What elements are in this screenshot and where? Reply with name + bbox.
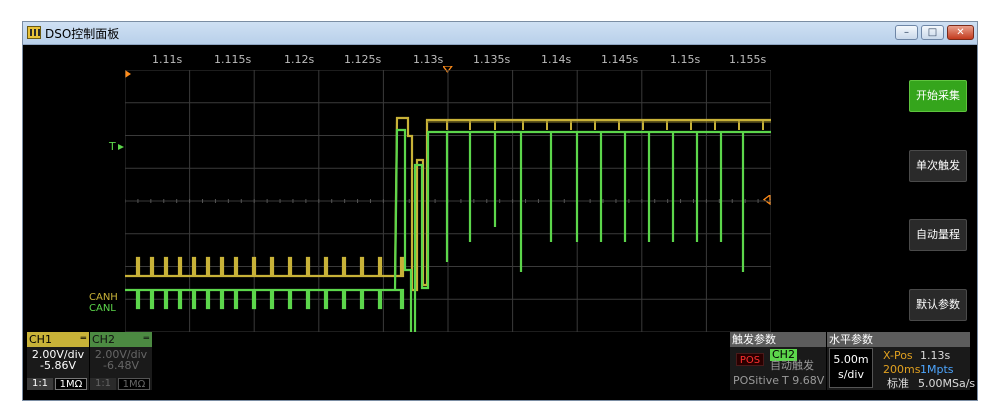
canl-label: CANL [89,303,116,314]
time-tick: 1.13s [413,53,444,66]
horizontal-panel[interactable]: 水平参数 5.00m s/div X-Pos 1.13s 200ms 1Mpts… [827,332,975,390]
time-tick: 1.145s [601,53,639,66]
time-div-unit: s/div [838,368,864,381]
time-tick: 1.125s [344,53,382,66]
ch2-impedance: 1MΩ [118,378,150,390]
memory-depth[interactable]: 1Mpts [920,363,954,376]
maximize-button[interactable]: □ [921,25,944,40]
xpos-label: X-Pos [883,349,913,362]
auto-range-button[interactable]: 自动量程 [909,219,967,251]
trigger-slope[interactable]: POSitive [733,374,779,387]
ch2-footer: 1:1 1MΩ [90,378,152,390]
time-tick: 1.135s [473,53,511,66]
horizontal-header: 水平参数 [827,332,970,347]
ch1-impedance: 1MΩ [55,378,87,390]
ch2-panel[interactable]: CH2 ═ 2.00V/div -6.48V 1:1 1MΩ [90,332,152,390]
time-tick: 1.15s [670,53,701,66]
trigger-level-label: T [109,140,116,153]
xpos-value[interactable]: 1.13s [920,349,950,362]
dso-window: DSO控制面板 – □ ✕ 1.11s 1.115s 1.12s 1.125s … [22,21,978,401]
time-div-box[interactable]: 5.00m s/div [829,348,873,388]
time-tick: 1.11s [152,53,183,66]
single-trigger-button[interactable]: 单次触发 [909,150,967,182]
time-tick: 1.155s [729,53,767,66]
ch2-probe: 1:1 [90,378,116,390]
ch1-footer: 1:1 1MΩ [27,378,89,390]
close-button[interactable]: ✕ [947,25,974,40]
waveform-display[interactable] [125,70,771,332]
record-duration[interactable]: 200ms [883,363,920,376]
time-tick: 1.12s [284,53,315,66]
time-div-value: 5.00m [833,353,869,366]
ch1-panel[interactable]: CH1 ═ 2.00V/div -5.86V 1:1 1MΩ [27,332,89,390]
sample-rate: 5.00MSa/s [918,377,976,390]
dc-coupling-icon: ═ [80,334,86,344]
trigger-mode[interactable]: 自动触发 [770,360,814,371]
trigger-level[interactable]: T 9.68V [782,374,824,387]
minimize-button[interactable]: – [895,25,918,40]
rate-label: 标准 [887,377,909,390]
ch2-offset: -6.48V [103,359,139,372]
ch1-name: CH1 [29,333,52,346]
ch1-header: CH1 ═ [27,332,89,347]
window-title: DSO控制面板 [45,27,120,41]
ch2-header: CH2 ═ [90,332,152,347]
ch1-probe: 1:1 [27,378,53,390]
title-bar[interactable]: DSO控制面板 – □ ✕ [23,22,977,45]
time-tick: 1.14s [541,53,572,66]
time-axis: 1.11s 1.115s 1.12s 1.125s 1.13s 1.135s 1… [23,45,901,71]
trigger-panel[interactable]: 触发参数 POS CH2 自动触发 POSitive T 9.68V [730,332,826,390]
dc-coupling-icon: ═ [143,334,149,344]
ch1-offset: -5.86V [40,359,76,372]
start-acquisition-button[interactable]: 开始采集 [909,80,967,112]
canh-label: CANH [89,292,118,303]
trigger-header: 触发参数 [730,332,826,347]
trigger-pos[interactable]: POS [736,353,764,366]
app-icon [27,26,41,39]
ch2-name: CH2 [92,333,115,346]
time-tick: 1.115s [214,53,252,66]
default-params-button[interactable]: 默认参数 [909,289,967,321]
